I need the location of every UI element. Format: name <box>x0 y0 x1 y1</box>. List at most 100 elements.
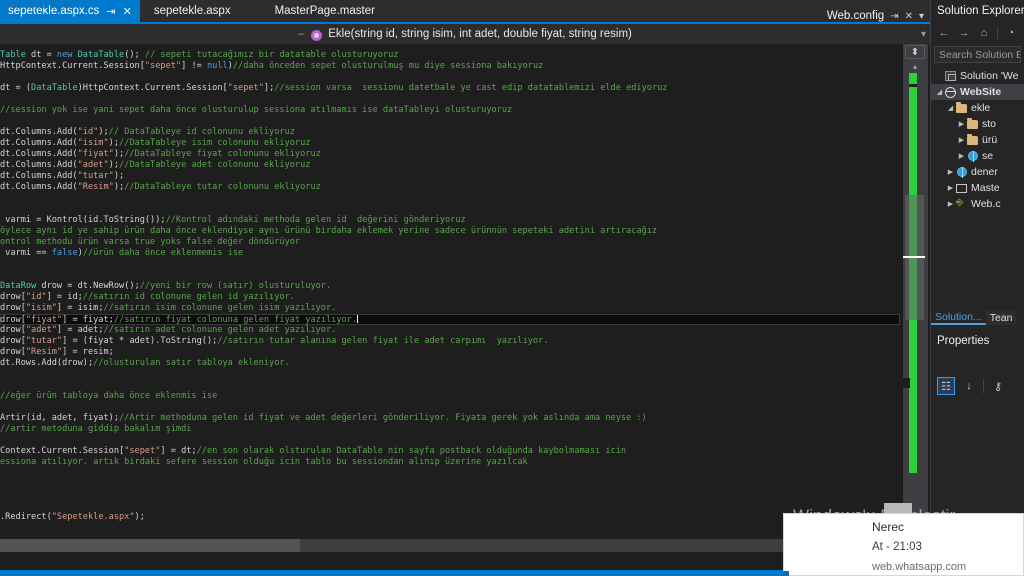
alphabetical-icon[interactable]: ↓ <box>960 377 978 395</box>
split-view-icon[interactable]: ⬍ <box>905 45 925 59</box>
code-token: "Sepetekle.aspx" <box>51 512 135 522</box>
code-token: //satırın fiyat colonuna gelen fiyat yaz… <box>113 315 358 325</box>
solution-tree-item[interactable]: Solution 'We <box>931 68 1024 84</box>
back-icon[interactable]: ← <box>936 25 952 41</box>
code-token: drow[ <box>0 292 26 302</box>
solution-tree-item-label: Maste <box>971 182 1000 194</box>
solution-tree-item[interactable]: ▶ se <box>931 148 1024 164</box>
tab-sepetekle-aspx[interactable]: sepetekle.aspx <box>146 0 239 22</box>
code-token: DataRow <box>0 281 37 291</box>
solution-tree-item[interactable]: ◢ WebSite <box>931 84 1024 100</box>
code-token: //en son olarak olsturulan DataTable nin… <box>196 446 627 456</box>
expand-arrow-open-icon[interactable]: ◢ <box>935 88 944 96</box>
toolbar-divider <box>997 26 998 40</box>
dock-tab-solution-explorer[interactable]: Solution... <box>931 310 986 325</box>
close-icon[interactable]: ✕ <box>905 11 913 22</box>
expand-arrow-closed-icon[interactable]: ▶ <box>957 152 966 160</box>
pending-changes-icon[interactable]: ◔ <box>1003 25 1019 41</box>
text-caret <box>357 315 359 323</box>
code-token: (); <box>124 50 145 60</box>
code-token: "tutar" <box>25 336 63 346</box>
solution-tree-item[interactable]: ▶ ürü <box>931 132 1024 148</box>
code-token: ] = resim; <box>62 347 114 357</box>
tab-web-config-label[interactable]: Web.config <box>827 10 884 22</box>
expand-arrow-closed-icon[interactable]: ▶ <box>946 184 955 192</box>
code-line: drow["id"] = id;//satırın id colonune ge… <box>0 292 900 303</box>
solution-tree-item[interactable]: ▶ sto <box>931 116 1024 132</box>
code-token: HttpContext.Current.Session[ <box>0 61 145 71</box>
code-line: drow["Resim"] = resim; <box>0 347 900 358</box>
code-token: Context.Current.Session[ <box>0 446 125 456</box>
code-token: //eğer ürün tabloya daha önce eklenmis i… <box>0 391 218 401</box>
chevron-down-icon[interactable]: ▾ <box>919 11 924 22</box>
code-line: dt.Columns.Add("isim");//DataTableye isi… <box>0 138 900 149</box>
code-content: Table dt = new DataTable(); // sepeti tu… <box>0 50 900 523</box>
code-line: .Redirect("Sepetekle.aspx"); <box>0 512 900 523</box>
code-token: DataTable <box>72 50 125 60</box>
tab-masterpage-master[interactable]: MasterPage.master <box>267 0 383 22</box>
code-line: varmi == false)//ürün daha önce eklenmem… <box>0 248 900 259</box>
search-solution-explorer-input[interactable]: Search Solution Ex <box>934 46 1021 63</box>
code-token: "fiyat" <box>25 315 63 325</box>
code-token: // DataTableye id colonunu ekliyoruz <box>108 127 295 137</box>
code-line: dt.Columns.Add("tutar"); <box>0 171 900 182</box>
expand-arrow-closed-icon[interactable]: ▶ <box>946 200 955 208</box>
expand-arrow-closed-icon[interactable]: ▶ <box>946 168 955 176</box>
horizontal-scrollbar-thumb[interactable] <box>0 539 300 552</box>
code-token: ] != <box>181 61 207 71</box>
forward-icon[interactable]: → <box>956 25 972 41</box>
pin-icon[interactable]: ⇥ <box>106 5 115 18</box>
tab-label: MasterPage.master <box>274 5 375 17</box>
solution-tree-item-label: ürü <box>982 134 998 146</box>
code-editor[interactable]: Table dt = new DataTable(); // sepeti tu… <box>0 44 900 539</box>
expand-arrow-open-icon[interactable]: ◢ <box>946 104 955 112</box>
close-icon[interactable]: ✕ <box>123 5 132 18</box>
tab-sepetekle-aspx-cs[interactable]: sepetekle.aspx.cs ⇥ ✕ <box>0 0 140 22</box>
expand-arrow-closed-icon[interactable]: ▶ <box>957 120 966 128</box>
code-token: //DataTableye adet colonunu ekliyoruz <box>119 160 311 170</box>
folder-icon <box>966 133 979 145</box>
right-dock-panel: Solution Explorer ← → ⌂ ◔ Search Solutio… <box>930 0 1024 576</box>
solution-tree-item[interactable]: ▶ ⎆ Web.c <box>931 196 1024 212</box>
collapse-dash-icon[interactable]: – <box>298 28 304 40</box>
pin-icon[interactable]: ⇥ <box>890 11 898 22</box>
code-token: dt.Columns.Add( <box>0 171 78 181</box>
code-token: .Redirect( <box>0 512 52 522</box>
code-token: ); <box>108 160 120 170</box>
code-token: drow[ <box>0 315 26 325</box>
code-token: // sepeti tutacağımız bir datatable olus… <box>144 50 399 60</box>
whatsapp-notification-toast[interactable]: Nerec At - 21:03 web.whatsapp.com <box>783 513 1024 576</box>
solution-icon <box>944 71 957 81</box>
code-line: dt.Columns.Add("fiyat");//DataTableye fi… <box>0 149 900 160</box>
notification-body: At - 21:03 <box>872 541 922 553</box>
code-line: Artir(id, adet, fiyat);//Artir methoduna… <box>0 413 900 424</box>
folder-icon <box>966 117 979 129</box>
expand-arrow-closed-icon[interactable]: ▶ <box>957 136 966 144</box>
code-line: dt.Rows.Add(drow);//olusturulan satır ta… <box>0 358 900 369</box>
code-token: "Resim" <box>77 182 114 192</box>
method-signature[interactable]: Ekle(string id, string isim, int adet, d… <box>328 28 632 40</box>
home-icon[interactable]: ⌂ <box>976 25 992 41</box>
code-token: ); <box>113 171 125 181</box>
categorized-icon[interactable]: ☷ <box>937 377 955 395</box>
code-line: drow["tutar"] = (fiyat * adet).ToString(… <box>0 336 900 347</box>
solution-explorer-toolbar: ← → ⌂ ◔ <box>931 22 1024 44</box>
code-token: Table <box>0 50 26 60</box>
scrollbar-caret-marker <box>903 256 925 258</box>
solution-tree-item[interactable]: ▶ dener <box>931 164 1024 180</box>
code-token: ); <box>108 138 120 148</box>
code-token: dt = <box>25 50 57 60</box>
dock-tab-team-explorer[interactable]: Tean <box>985 310 1017 325</box>
solution-tree-item[interactable]: ▶ Maste <box>931 180 1024 196</box>
code-token: essiona atılıyor. artık birdaki sefere s… <box>0 457 528 467</box>
code-token: dt.Columns.Add( <box>0 149 78 159</box>
navbar-chevron-icon[interactable]: ▾ <box>921 24 926 44</box>
events-icon[interactable]: ⚷ <box>989 377 1007 395</box>
scroll-up-arrow-icon[interactable]: ▴ <box>905 60 925 72</box>
globe-icon <box>966 151 979 162</box>
solution-tree-item[interactable]: ◢ ekle <box>931 100 1024 116</box>
